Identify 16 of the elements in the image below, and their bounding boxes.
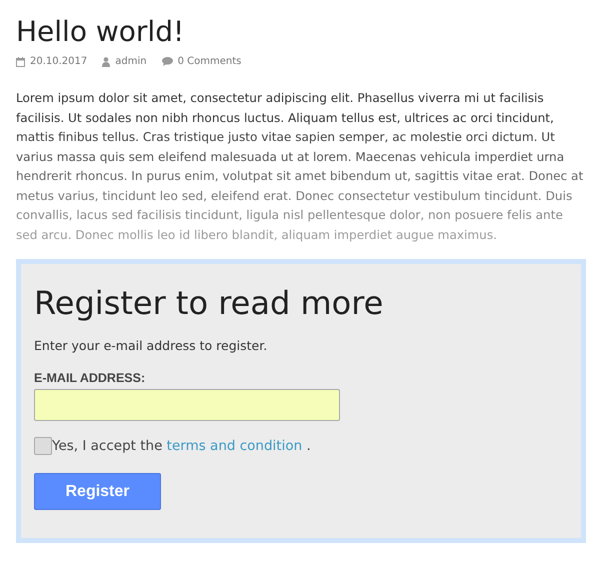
comment-icon xyxy=(162,57,173,66)
register-title: Register to read more xyxy=(34,283,384,324)
calendar-icon xyxy=(16,56,25,66)
post-author[interactable]: admin xyxy=(115,56,147,67)
user-icon xyxy=(102,56,110,66)
terms-link[interactable]: terms and condition xyxy=(166,438,302,454)
register-button[interactable]: Register xyxy=(34,473,161,510)
post-date: 20.10.2017 xyxy=(30,56,88,67)
terms-text: Yes, I accept the terms and condition . xyxy=(52,438,311,454)
email-label: E-MAIL ADDRESS: xyxy=(34,371,146,385)
comments-count[interactable]: 0 Comments xyxy=(178,56,242,67)
terms-checkbox[interactable] xyxy=(34,437,52,455)
post-excerpt: Lorem ipsum dolor sit amet, consectetur adipiscing elit. Phasellus viverra mi ut facilisis facilisis. Ut sodales non nibh rhoncus luctus. Aliquam tellus est, ultrices ac orci tincidunt, mattis finibus tellus. Cras tristique justo vitae sapien semper, ac molestie orci dictum. Ut varius massa quis sem eleifend malesuada ut at lorem. Maecenas vehicula imperdiet urna hendrerit rhoncus. In purus enim, volutpat sit amet bibendum ut, sagittis vitae erat. Donec at metus varius, tincidunt leo sed, eleifend erat. Donec consectetur vestibulum tincidunt. Duis convallis, lacus sed facilisis tincidunt, ligula nisl pellentesque dolor, non posuere felis ante sed arcu. Donec mollis leo id libero blandit, aliquam imperdiet augue maximus. xyxy=(16,90,584,244)
post-title: Hello world! xyxy=(16,14,186,50)
email-field[interactable] xyxy=(34,389,340,421)
register-intro: Enter your e-mail address to register. xyxy=(34,338,268,353)
